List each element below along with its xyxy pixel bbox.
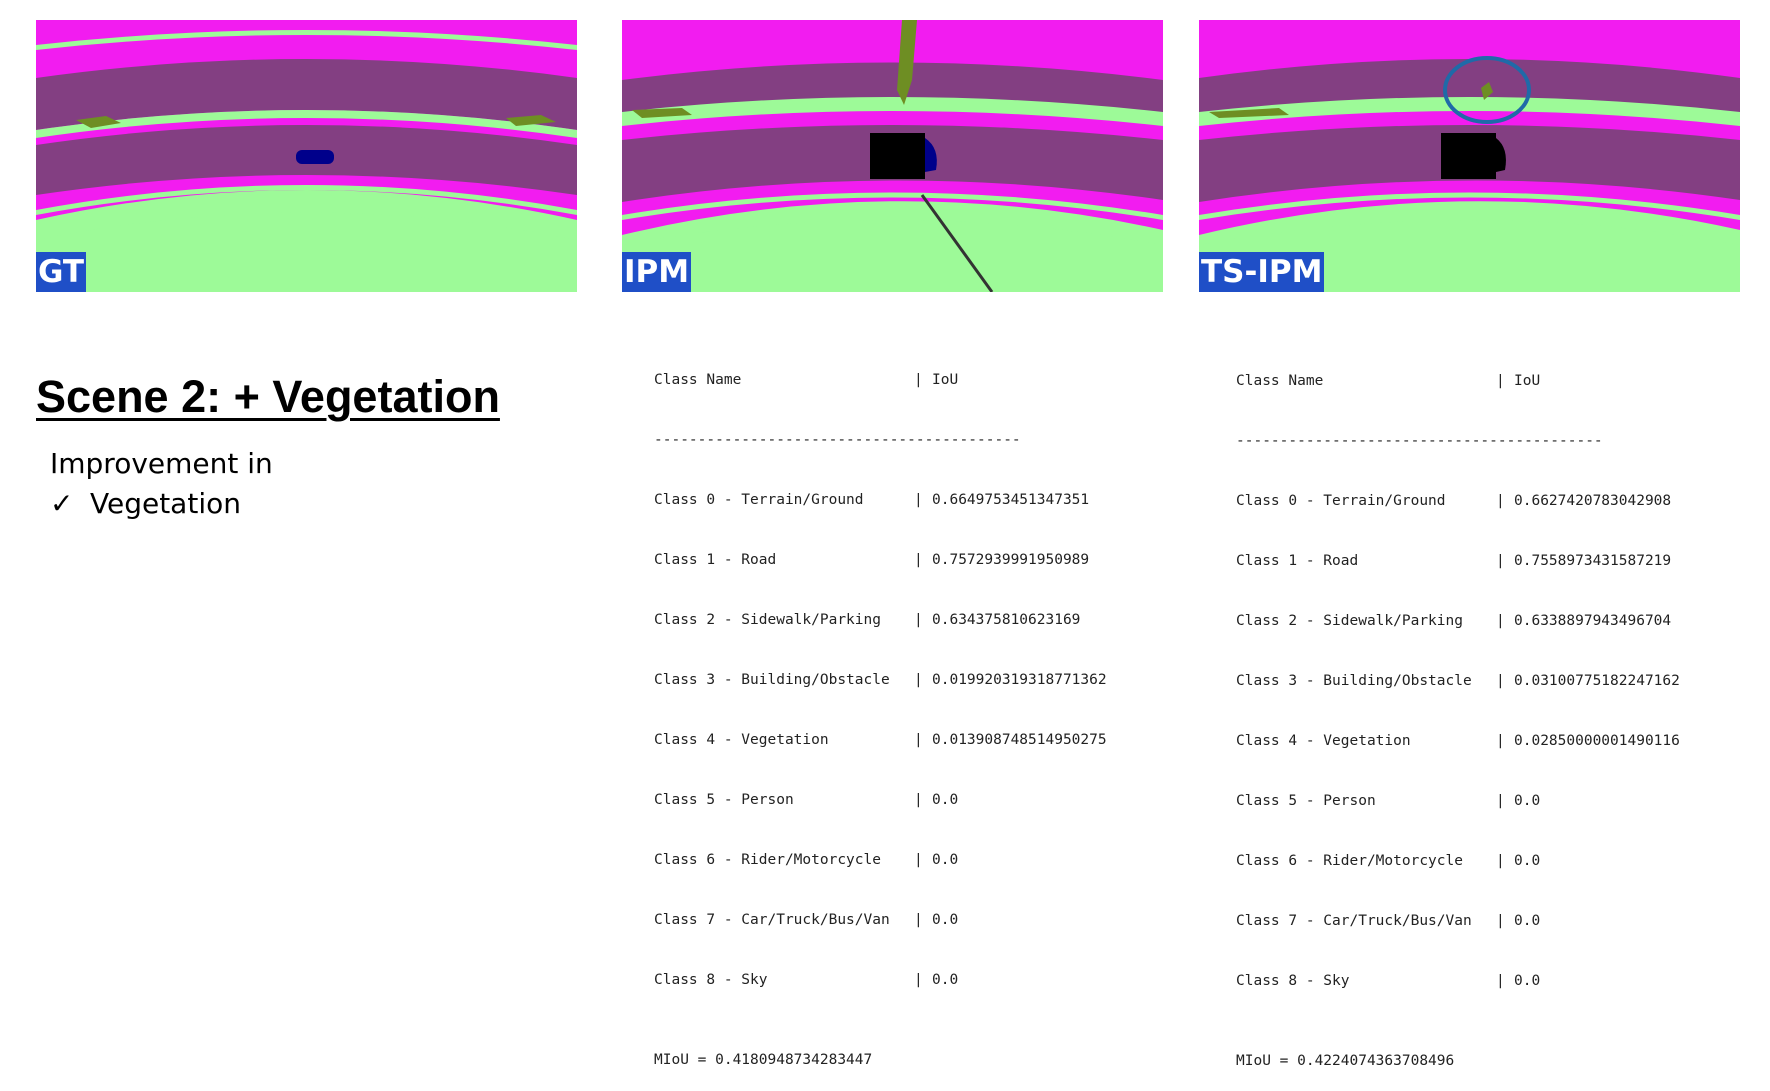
class-name: Class 8 - Sky: [654, 972, 768, 988]
table-row: Class 3 - Building/Obstacle | 0.019920319…: [654, 672, 1107, 688]
iou-value: 0.7572939991950989: [932, 552, 1090, 568]
table-row: Class 1 - Road | 0.7558973431587219: [1236, 553, 1672, 569]
iou-value: 0.0: [1514, 853, 1541, 869]
iou-value: 0.0: [1514, 913, 1541, 929]
improvement-heading: Improvement in: [50, 447, 273, 480]
iou-value: 0.7558973431587219: [1514, 553, 1672, 569]
header-iou: IoU: [1514, 373, 1541, 389]
iou-value: 0.0: [932, 852, 959, 868]
panel-label-tsipm: TS-IPM: [1199, 252, 1325, 292]
table-row: Class 7 - Car/Truck/Bus/Van | 0.0: [1236, 913, 1541, 929]
class-name: Class 3 - Building/Obstacle: [1236, 673, 1472, 689]
iou-value: 0.03100775182247162: [1514, 673, 1680, 689]
iou-value: 0.019920319318771362: [932, 672, 1107, 688]
iou-value: 0.013908748514950275: [932, 732, 1107, 748]
class-name: Class 3 - Building/Obstacle: [654, 672, 890, 688]
table-row: Class 0 - Terrain/Ground | 0.662742078304…: [1236, 493, 1672, 509]
table-row: Class 8 - Sky | 0.0: [654, 972, 959, 988]
iou-value: 0.02850000001490116: [1514, 733, 1680, 749]
class-name: Class 1 - Road: [1236, 553, 1359, 569]
iou-value: 0.6649753451347351: [932, 492, 1090, 508]
panel-label-gt: GT: [36, 252, 87, 292]
improvement-item: ✓ Vegetation: [50, 487, 241, 520]
panel-label-ipm: IPM: [622, 252, 692, 292]
table-row: Class 6 - Rider/Motorcycle | 0.0: [654, 852, 959, 868]
class-name: Class 6 - Rider/Motorcycle: [1236, 853, 1463, 869]
table-row: Class 6 - Rider/Motorcycle | 0.0: [1236, 853, 1541, 869]
checkmark-icon: ✓: [50, 487, 74, 520]
metrics-divider: ----------------------------------------…: [1236, 433, 1603, 449]
header-class-name: Class Name: [654, 372, 742, 388]
class-name: Class 2 - Sidewalk/Parking: [654, 612, 881, 628]
class-name: Class 4 - Vegetation: [1236, 733, 1411, 749]
class-name: Class 8 - Sky: [1236, 973, 1350, 989]
metrics-header: Class Name | IoU: [1236, 373, 1541, 389]
iou-value: 0.6627420783042908: [1514, 493, 1672, 509]
metrics-header: Class Name | IoU: [654, 372, 959, 388]
table-row: Class 7 - Car/Truck/Bus/Van | 0.0: [654, 912, 959, 928]
iou-value: 0.0: [932, 792, 959, 808]
header-class-name: Class Name: [1236, 373, 1324, 389]
class-name: Class 0 - Terrain/Ground: [1236, 493, 1446, 509]
table-row: Class 2 - Sidewalk/Parking | 0.6338897943…: [1236, 613, 1672, 629]
miou-value: MIoU = 0.4180948734283447: [654, 1052, 873, 1068]
table-row: Class 3 - Building/Obstacle | 0.031007751…: [1236, 673, 1680, 689]
gt-segmentation-image: GT: [36, 20, 577, 292]
ipm-metrics-table: Class Name | IoU ------------------------…: [654, 330, 1107, 1090]
iou-value: 0.6338897943496704: [1514, 613, 1672, 629]
metrics-divider: ----------------------------------------…: [654, 432, 1021, 448]
table-row: Class 0 - Terrain/Ground | 0.664975345134…: [654, 492, 1090, 508]
class-name: Class 6 - Rider/Motorcycle: [654, 852, 881, 868]
table-row: Class 5 - Person | 0.0: [654, 792, 959, 808]
table-row: Class 8 - Sky | 0.0: [1236, 973, 1541, 989]
tsipm-segmentation-image: TS-IPM: [1199, 20, 1740, 292]
improvement-item-label: Vegetation: [90, 487, 241, 520]
iou-value: 0.634375810623169: [932, 612, 1081, 628]
table-row: Class 1 - Road | 0.7572939991950989: [654, 552, 1090, 568]
table-row: Class 4 - Vegetation | 0.0285000000149011…: [1236, 733, 1680, 749]
gt-segmentation-map: [36, 20, 577, 292]
tsipm-metrics-table: Class Name | IoU ------------------------…: [1236, 331, 1680, 1091]
class-name: Class 4 - Vegetation: [654, 732, 829, 748]
iou-value: 0.0: [1514, 793, 1541, 809]
header-iou: IoU: [932, 372, 959, 388]
miou-value: MIoU = 0.4224074363708496: [1236, 1053, 1455, 1069]
iou-value: 0.0: [1514, 973, 1541, 989]
iou-value: 0.0: [932, 912, 959, 928]
class-name: Class 2 - Sidewalk/Parking: [1236, 613, 1463, 629]
table-row: Class 5 - Person | 0.0: [1236, 793, 1541, 809]
class-name: Class 5 - Person: [1236, 793, 1376, 809]
scene-title: Scene 2: + Vegetation: [36, 371, 500, 422]
class-name: Class 1 - Road: [654, 552, 777, 568]
iou-value: 0.0: [932, 972, 959, 988]
table-row: Class 2 - Sidewalk/Parking | 0.6343758106…: [654, 612, 1081, 628]
class-name: Class 0 - Terrain/Ground: [654, 492, 864, 508]
ipm-segmentation-map: [622, 20, 1163, 292]
table-row: Class 4 - Vegetation | 0.0139087485149502…: [654, 732, 1107, 748]
class-name: Class 7 - Car/Truck/Bus/Van: [1236, 913, 1472, 929]
ipm-segmentation-image: IPM: [622, 20, 1163, 292]
class-name: Class 7 - Car/Truck/Bus/Van: [654, 912, 890, 928]
class-name: Class 5 - Person: [654, 792, 794, 808]
